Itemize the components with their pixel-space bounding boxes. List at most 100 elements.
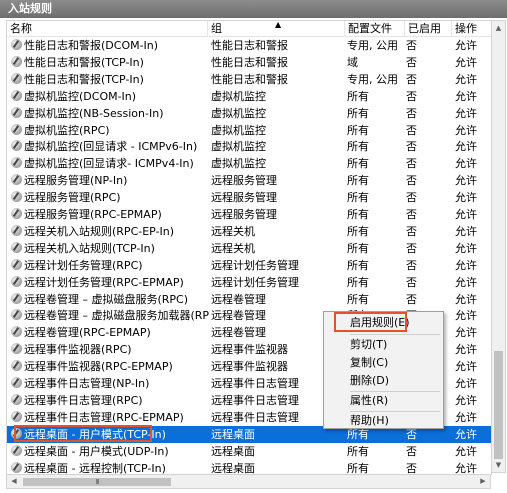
table-row[interactable]: 性能日志和警报(TCP-In) 性能日志和警报 域 否 允许 [7, 54, 491, 71]
column-header-row: 名称 组 ▲ 配置文件 已启用 操作 [7, 21, 491, 37]
rule-status-icon [11, 140, 22, 152]
column-name[interactable]: 名称 [7, 21, 208, 36]
column-enabled[interactable]: 已启用 [405, 21, 452, 36]
rule-action-cell: 允许 [455, 426, 491, 443]
column-profile[interactable]: 配置文件 [345, 21, 405, 36]
scroll-down-icon[interactable]: ▼ [492, 458, 505, 472]
rule-enabled-cell: 否 [406, 240, 452, 257]
rule-group-cell: 远程事件日志管理 [211, 375, 341, 392]
table-row[interactable]: 远程卷管理 – 虚拟磁盘服务(RPC) 远程卷管理 所有 否 允许 [7, 291, 491, 308]
rule-status-icon [11, 461, 22, 473]
rule-group-cell: 远程计划任务管理 [211, 257, 341, 274]
rule-group-cell-text: 远程事件日志管理 [211, 393, 299, 407]
table-row[interactable]: 远程计划任务管理(RPC-EPMAP) 远程计划任务管理 所有 否 允许 [7, 274, 491, 291]
scroll-left-icon[interactable]: ◀ [7, 475, 21, 488]
rule-status-icon [11, 123, 22, 135]
table-row[interactable]: 远程服务管理(RPC-EPMAP) 远程服务管理 所有 否 允许 [7, 206, 491, 223]
menu-item-properties[interactable]: 属性(R) [350, 392, 388, 410]
rule-status-icon [11, 191, 22, 203]
rule-action-cell: 允许 [455, 155, 491, 172]
rule-group-cell-text: 远程关机 [211, 241, 255, 255]
rule-action-cell-text: 允许 [455, 292, 477, 306]
rule-enabled-cell-text: 否 [406, 427, 417, 441]
rule-group-cell: 远程服务管理 [211, 172, 341, 189]
rule-enabled-cell: 否 [406, 37, 452, 54]
rule-enabled-cell: 否 [406, 71, 452, 88]
rule-name-cell: 远程桌面 - 用户模式(UDP-In) [11, 443, 209, 460]
scroll-right-icon[interactable]: ▶ [476, 475, 490, 488]
rule-enabled-cell: 否 [406, 155, 452, 172]
rule-action-cell: 允许 [455, 409, 491, 426]
table-row[interactable]: 性能日志和警报(TCP-In) 性能日志和警报 专用, 公用否 允许 [7, 71, 491, 88]
table-row[interactable]: 远程服务管理(NP-In) 远程服务管理 所有 否 允许 [7, 172, 491, 189]
rule-group-cell-text: 远程事件监视器 [211, 360, 288, 374]
scroll-up-icon[interactable]: ▲ [492, 21, 505, 35]
rule-profile-cell: 所有 [347, 274, 405, 291]
table-row[interactable]: 虚拟机监控(DCOM-In) 虚拟机监控 所有 否 允许 [7, 88, 491, 105]
enable-rule-highlight [334, 312, 407, 332]
rule-action-cell-text: 允许 [455, 241, 477, 255]
rule-name-cell-text: 远程服务管理(NP-In) [24, 174, 128, 188]
table-row[interactable]: 远程计划任务管理(RPC) 远程计划任务管理 所有 否 允许 [7, 257, 491, 274]
rule-enabled-cell-text: 否 [406, 106, 417, 120]
rule-name-cell-text: 虚拟机监控(回显请求 - ICMPv6-In) [24, 140, 198, 154]
rule-profile-cell: 所有 [347, 105, 405, 122]
menu-separator [350, 334, 440, 335]
table-row[interactable]: 远程桌面 - 远程控制(TCP-In) 远程桌面 所有 否 允许 [7, 460, 491, 475]
rule-group-cell-text: 远程桌面 [211, 461, 255, 475]
table-row[interactable]: 远程关机入站规则(TCP-In) 远程关机 所有 否 允许 [7, 240, 491, 257]
rule-action-cell: 允许 [455, 37, 491, 54]
rule-enabled-cell-text: 否 [406, 123, 417, 137]
rule-name-cell: 远程服务管理(RPC-EPMAP) [11, 206, 209, 223]
rule-enabled-cell-text: 否 [406, 241, 417, 255]
vertical-scrollbar[interactable]: ▲ ▼ [491, 20, 506, 473]
rule-profile-cell-text: 所有 [347, 258, 369, 272]
table-row[interactable]: 性能日志和警报(DCOM-In) 性能日志和警报 专用, 公用否 允许 [7, 37, 491, 54]
menu-item-cut[interactable]: 剪切(T) [350, 336, 387, 354]
rule-enabled-cell: 否 [406, 189, 452, 206]
table-row[interactable]: 虚拟机监控(NB-Session-In) 虚拟机监控 所有 否 允许 [7, 105, 491, 122]
rule-group-cell-text: 远程事件日志管理 [211, 377, 299, 390]
rule-name-cell-text: 远程卷管理 – 虚拟磁盘服务加载器(RPC) [24, 309, 209, 323]
rule-enabled-cell-text: 否 [406, 191, 417, 205]
rule-action-cell: 允许 [455, 257, 491, 274]
table-row[interactable]: 远程桌面 - 用户模式(UDP-In) 远程桌面 所有 否 允许 [7, 443, 491, 460]
rule-status-icon [11, 377, 22, 388]
rule-enabled-cell: 否 [406, 460, 452, 475]
table-row[interactable]: 远程服务管理(RPC) 远程服务管理 所有 否 允许 [7, 189, 491, 206]
column-action[interactable]: 操作 [452, 21, 491, 36]
rule-action-cell-text: 允许 [455, 174, 477, 188]
table-row[interactable]: 虚拟机监控(回显请求 - ICMPv6-In) 虚拟机监控 所有 否 允许 [7, 138, 491, 155]
vertical-scroll-thumb[interactable] [494, 351, 503, 459]
rule-name-cell-text: 远程卷管理 – 虚拟磁盘服务(RPC) [24, 292, 189, 306]
table-row[interactable]: 远程关机入站规则(RPC-EP-In) 远程关机 所有 否 允许 [7, 223, 491, 240]
rule-name-cell-text: 虚拟机监控(NB-Session-In) [24, 106, 164, 120]
table-row[interactable]: 虚拟机监控(RPC) 虚拟机监控 所有 否 允许 [7, 122, 491, 139]
menu-item-copy[interactable]: 复制(C) [350, 354, 388, 372]
rule-profile-cell-text: 所有 [347, 191, 369, 205]
rule-group-cell-text: 远程关机 [211, 224, 255, 238]
rule-name-cell: 远程计划任务管理(RPC-EPMAP) [11, 274, 209, 291]
rule-status-icon [11, 410, 22, 422]
rule-group-cell-text: 远程计划任务管理 [211, 258, 299, 272]
table-row[interactable]: 虚拟机监控(回显请求- ICMPv4-In) 虚拟机监控 所有 否 允许 [7, 155, 491, 172]
rule-name-cell: 性能日志和警报(TCP-In) [11, 71, 209, 88]
rule-status-icon [11, 292, 22, 304]
rule-group-cell: 远程桌面 [211, 443, 341, 460]
rule-name-cell: 远程计划任务管理(RPC) [11, 257, 209, 274]
rule-action-cell: 允许 [455, 138, 491, 155]
menu-item-delete[interactable]: 删除(D) [350, 372, 389, 390]
rule-name-cell-text: 远程桌面 - 用户模式(UDP-In) [24, 444, 169, 458]
horizontal-scrollbar[interactable]: ◀ III ▶ [6, 474, 491, 489]
rule-enabled-cell: 否 [406, 443, 452, 460]
menu-item-help[interactable]: 帮助(H) [350, 412, 389, 430]
rule-profile-cell-text: 所有 [347, 123, 369, 137]
horizontal-scroll-thumb[interactable]: III [23, 478, 171, 486]
sort-ascending-icon: ▲ [275, 20, 282, 29]
rule-name-cell-text: 性能日志和警报(DCOM-In) [24, 39, 159, 52]
selected-rule-highlight [14, 425, 152, 442]
rule-name-cell: 虚拟机监控(回显请求- ICMPv4-In) [11, 155, 209, 172]
rule-profile-cell: 专用, 公用 [347, 37, 405, 54]
rule-profile-cell-text: 所有 [347, 208, 369, 221]
rule-action-cell: 允许 [455, 105, 491, 122]
